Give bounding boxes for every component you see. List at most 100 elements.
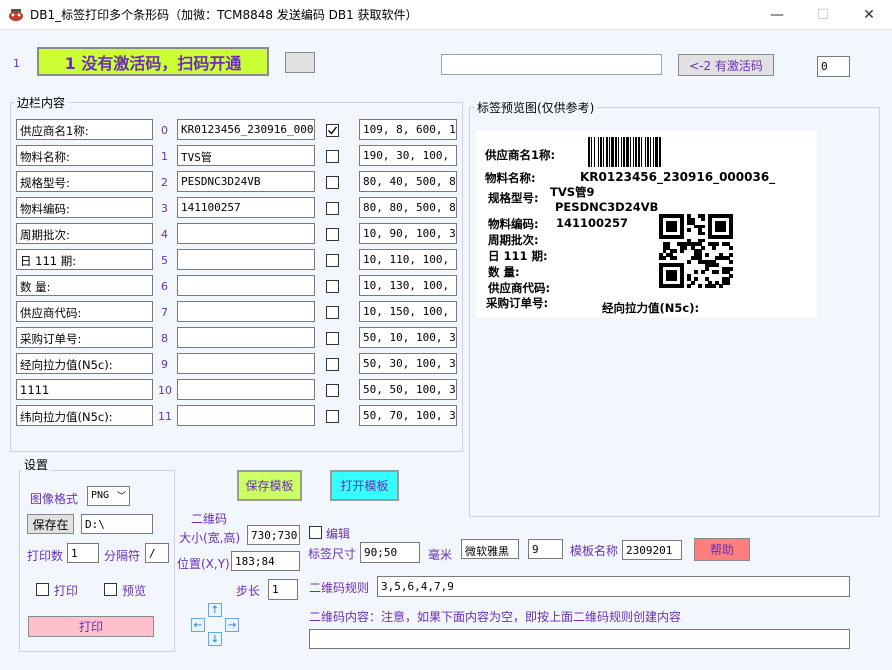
sidebar-group-title: 边栏内容 <box>14 94 69 111</box>
field-coords-input[interactable]: 80, 80, 500, 80, 0 <box>359 197 457 218</box>
field-value-input[interactable] <box>177 301 315 322</box>
field-coords-input[interactable]: 50, 50, 100, 30, 0 <box>359 379 457 400</box>
field-label[interactable]: 供应商名1称: <box>16 119 153 140</box>
field-value-input[interactable]: PESDNC3D24VB <box>177 171 315 192</box>
template-name-input[interactable]: 2309201 <box>622 540 682 560</box>
field-coords-input[interactable]: 10, 130, 100, 30, 0 <box>359 275 457 296</box>
step-input[interactable]: 1 <box>268 579 298 600</box>
preview-checkbox[interactable] <box>104 583 117 596</box>
print-count-input[interactable]: 1 <box>67 543 99 563</box>
barcode-bar <box>623 137 625 167</box>
arrow-right-icon[interactable]: → <box>225 618 239 632</box>
qr-module <box>687 228 691 232</box>
font-size-input[interactable]: 9 <box>528 539 563 559</box>
field-value-input[interactable] <box>177 223 315 244</box>
activation-code-input[interactable] <box>441 54 662 75</box>
field-label[interactable]: 纬向拉力值(N5c): <box>16 405 153 426</box>
qr-module <box>673 228 677 232</box>
field-label[interactable]: 日 111 期: <box>16 249 153 270</box>
minimize-button[interactable]: — <box>754 0 800 30</box>
qrcode-position-input[interactable]: 183;84 <box>231 551 300 571</box>
arrow-up-icon[interactable]: ↑ <box>208 603 222 617</box>
field-coords-input[interactable]: 10, 150, 100, 30, 0 <box>359 301 457 322</box>
field-enable-checkbox[interactable] <box>326 358 339 371</box>
field-coords-input[interactable]: 50, 10, 100, 30, 0 <box>359 327 457 348</box>
field-coords-input[interactable]: 50, 70, 100, 30, 0 <box>359 405 457 426</box>
save-template-button[interactable]: 保存模板 <box>237 470 302 501</box>
barcode-bar <box>606 137 608 167</box>
qrcode-image <box>659 214 734 289</box>
open-template-button[interactable]: 打开模板 <box>330 470 399 501</box>
field-enable-checkbox[interactable] <box>326 306 339 319</box>
field-enable-checkbox[interactable] <box>326 410 339 423</box>
field-value-input[interactable] <box>177 327 315 348</box>
field-label[interactable]: 采购订单号: <box>16 327 153 348</box>
qr-module <box>715 270 720 275</box>
qr-module <box>697 284 702 289</box>
qr-module <box>701 224 706 229</box>
arrow-left-icon[interactable]: ← <box>191 618 205 632</box>
field-label[interactable]: 1111 <box>16 379 153 400</box>
field-enable-checkbox[interactable] <box>326 202 339 215</box>
field-coords-input[interactable]: 10, 110, 100, 30, 0 <box>359 249 457 270</box>
field-enable-checkbox[interactable] <box>326 150 339 163</box>
save-to-button[interactable]: 保存在 <box>27 514 74 534</box>
help-button[interactable]: 帮助 <box>694 538 750 561</box>
print-checkbox[interactable] <box>36 583 49 596</box>
label-size-input[interactable]: 90;50 <box>360 542 420 563</box>
arrow-down-icon[interactable]: ↓ <box>208 632 222 646</box>
edit-checkbox[interactable] <box>309 526 322 539</box>
field-label[interactable]: 供应商代码: <box>16 301 153 322</box>
field-label[interactable]: 周期批次: <box>16 223 153 244</box>
field-enable-checkbox[interactable] <box>326 124 339 137</box>
preview-material-code-label: 物料编码: <box>488 217 539 231</box>
field-coords-input[interactable]: 10, 90, 100, 30, 0 <box>359 223 457 244</box>
qrcode-content-input[interactable] <box>309 629 850 649</box>
field-value-input[interactable]: 141100257 <box>177 197 315 218</box>
field-enable-checkbox[interactable] <box>326 384 339 397</box>
row-index: 5 <box>161 254 168 267</box>
font-input[interactable]: 微软雅黑 <box>461 539 519 559</box>
activate-banner-button[interactable]: 1 没有激活码，扫码开通 <box>37 47 269 76</box>
qrcode-size-input[interactable]: 730;730 <box>247 525 300 545</box>
field-label[interactable]: 经向拉力值(N5c): <box>16 353 153 374</box>
field-value-input[interactable] <box>177 249 315 270</box>
field-coords-input[interactable]: 190, 30, 100, 30, 0 <box>359 145 457 166</box>
field-value-input[interactable]: KR0123456_230916_000036_ <box>177 119 315 140</box>
blank-button[interactable] <box>285 52 315 73</box>
counter-field[interactable]: 0 <box>817 56 850 77</box>
field-enable-checkbox[interactable] <box>326 332 339 345</box>
field-label[interactable]: 规格型号: <box>16 171 153 192</box>
field-coords-input[interactable]: 50, 30, 100, 30, 0 <box>359 353 457 374</box>
row-index: 10 <box>158 384 172 397</box>
field-label[interactable]: 物料名称: <box>16 145 153 166</box>
qr-module <box>701 245 706 250</box>
field-enable-checkbox[interactable] <box>326 228 339 241</box>
qrcode-rule-input[interactable]: 3,5,6,4,7,9 <box>377 576 850 597</box>
field-value-input[interactable] <box>177 379 315 400</box>
has-activation-code-button[interactable]: <-2 有激活码 <box>678 54 774 76</box>
barcode-bar <box>600 137 602 167</box>
close-button[interactable]: ✕ <box>846 0 892 30</box>
field-enable-checkbox[interactable] <box>326 176 339 189</box>
field-enable-checkbox[interactable] <box>326 254 339 267</box>
qrcode-content-label: 二维码内容：注意，如果下面内容为空，即按上面二维码规则创建内容 <box>309 610 682 624</box>
field-value-input[interactable]: TVS管 <box>177 145 315 166</box>
barcode-bar <box>611 137 614 167</box>
field-value-input[interactable] <box>177 275 315 296</box>
field-label[interactable]: 数 量: <box>16 275 153 296</box>
barcode-bar <box>621 137 622 167</box>
preview-checkbox-label: 预览 <box>122 584 147 598</box>
save-path-input[interactable]: D:\ <box>81 514 153 534</box>
image-format-select[interactable]: PNG ﹀ <box>87 486 130 506</box>
field-coords-input[interactable]: 80, 40, 500, 80, 0 <box>359 171 457 192</box>
field-coords-input[interactable]: 109, 8, 600, 150, 1 <box>359 119 457 140</box>
field-label[interactable]: 物料编码: <box>16 197 153 218</box>
separator-input[interactable]: / <box>145 543 169 563</box>
field-value-input[interactable] <box>177 353 315 374</box>
field-enable-checkbox[interactable] <box>326 280 339 293</box>
qr-module <box>729 273 734 278</box>
image-format-value: PNG <box>91 490 110 501</box>
field-value-input[interactable] <box>177 405 315 426</box>
print-button[interactable]: 打印 <box>28 616 154 637</box>
